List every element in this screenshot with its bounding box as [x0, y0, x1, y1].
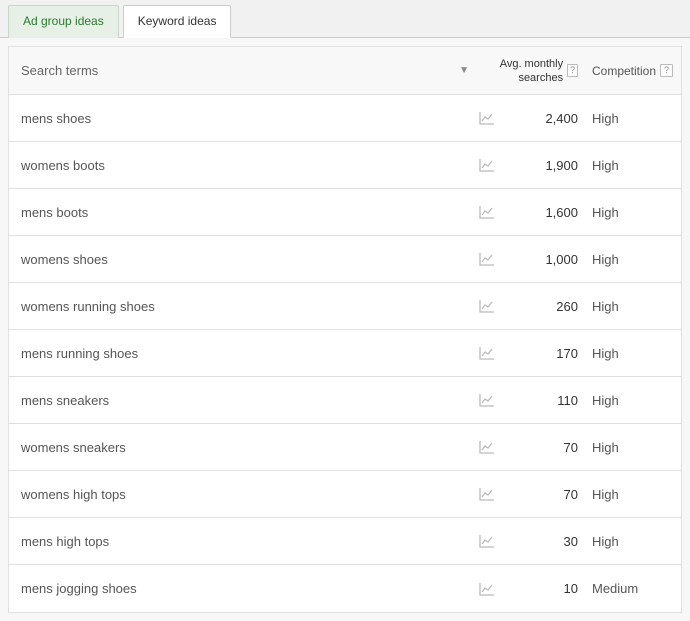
searches-cell: 1,900: [501, 158, 586, 173]
searches-cell: 1,000: [501, 252, 586, 267]
chart-icon: [479, 158, 495, 172]
tab-keyword-ideas[interactable]: Keyword ideas: [123, 5, 232, 38]
chart-icon: [479, 205, 495, 219]
search-term-cell[interactable]: mens shoes: [9, 111, 473, 126]
table-row: mens sneakers 110 High: [9, 377, 681, 424]
header-avg-monthly-searches[interactable]: Avg. monthly searches ?: [473, 57, 586, 85]
competition-cell: Medium: [586, 581, 681, 596]
chart-icon: [479, 346, 495, 360]
help-icon[interactable]: ?: [567, 64, 578, 77]
keyword-ideas-table: Search terms ▼ Avg. monthly searches ? C…: [8, 46, 682, 613]
searches-cell: 70: [501, 440, 586, 455]
chart-icon-cell[interactable]: [473, 158, 501, 172]
chart-icon: [479, 299, 495, 313]
table-row: mens boots 1,600 High: [9, 189, 681, 236]
chart-icon: [479, 252, 495, 266]
table-row: womens running shoes 260 High: [9, 283, 681, 330]
chart-icon-cell[interactable]: [473, 487, 501, 501]
header-search-terms-label: Search terms: [21, 63, 98, 78]
chart-icon: [479, 487, 495, 501]
table-header-row: Search terms ▼ Avg. monthly searches ? C…: [9, 47, 681, 95]
competition-cell: High: [586, 440, 681, 455]
competition-cell: High: [586, 487, 681, 502]
table-row: womens high tops 70 High: [9, 471, 681, 518]
table-row: mens shoes 2,400 High: [9, 95, 681, 142]
searches-cell: 2,400: [501, 111, 586, 126]
competition-cell: High: [586, 252, 681, 267]
tabs-bar: Ad group ideas Keyword ideas: [0, 0, 690, 38]
chart-icon: [479, 440, 495, 454]
search-term-cell[interactable]: womens sneakers: [9, 440, 473, 455]
chart-icon-cell[interactable]: [473, 582, 501, 596]
competition-cell: High: [586, 346, 681, 361]
chart-icon-cell[interactable]: [473, 299, 501, 313]
search-term-cell[interactable]: mens sneakers: [9, 393, 473, 408]
chart-icon-cell[interactable]: [473, 393, 501, 407]
header-competition-label: Competition: [592, 64, 656, 78]
tab-ad-group-ideas[interactable]: Ad group ideas: [8, 5, 119, 38]
chart-icon-cell[interactable]: [473, 440, 501, 454]
sort-descending-icon: ▼: [459, 65, 469, 76]
competition-cell: High: [586, 205, 681, 220]
search-term-cell[interactable]: womens boots: [9, 158, 473, 173]
search-term-cell[interactable]: womens shoes: [9, 252, 473, 267]
competition-cell: High: [586, 111, 681, 126]
chart-icon: [479, 534, 495, 548]
table-row: mens high tops 30 High: [9, 518, 681, 565]
chart-icon-cell[interactable]: [473, 111, 501, 125]
table-row: womens shoes 1,000 High: [9, 236, 681, 283]
chart-icon-cell[interactable]: [473, 534, 501, 548]
search-term-cell[interactable]: mens jogging shoes: [9, 581, 473, 596]
competition-cell: High: [586, 393, 681, 408]
chart-icon-cell[interactable]: [473, 205, 501, 219]
table-row: mens jogging shoes 10 Medium: [9, 565, 681, 612]
header-competition[interactable]: Competition ?: [586, 64, 681, 78]
competition-cell: High: [586, 534, 681, 549]
searches-cell: 10: [501, 581, 586, 596]
search-term-cell[interactable]: mens running shoes: [9, 346, 473, 361]
searches-cell: 110: [501, 393, 586, 408]
chart-icon: [479, 582, 495, 596]
searches-cell: 170: [501, 346, 586, 361]
header-search-terms[interactable]: Search terms ▼: [9, 63, 473, 78]
search-term-cell[interactable]: womens high tops: [9, 487, 473, 502]
searches-cell: 1,600: [501, 205, 586, 220]
competition-cell: High: [586, 299, 681, 314]
table-row: womens sneakers 70 High: [9, 424, 681, 471]
searches-cell: 260: [501, 299, 586, 314]
chart-icon: [479, 393, 495, 407]
table-row: womens boots 1,900 High: [9, 142, 681, 189]
search-term-cell[interactable]: mens boots: [9, 205, 473, 220]
chart-icon-cell[interactable]: [473, 346, 501, 360]
search-term-cell[interactable]: womens running shoes: [9, 299, 473, 314]
searches-cell: 30: [501, 534, 586, 549]
table-row: mens running shoes 170 High: [9, 330, 681, 377]
help-icon[interactable]: ?: [660, 64, 673, 77]
search-term-cell[interactable]: mens high tops: [9, 534, 473, 549]
searches-cell: 70: [501, 487, 586, 502]
chart-icon: [479, 111, 495, 125]
competition-cell: High: [586, 158, 681, 173]
chart-icon-cell[interactable]: [473, 252, 501, 266]
header-avg-monthly-label: Avg. monthly searches: [473, 57, 563, 85]
